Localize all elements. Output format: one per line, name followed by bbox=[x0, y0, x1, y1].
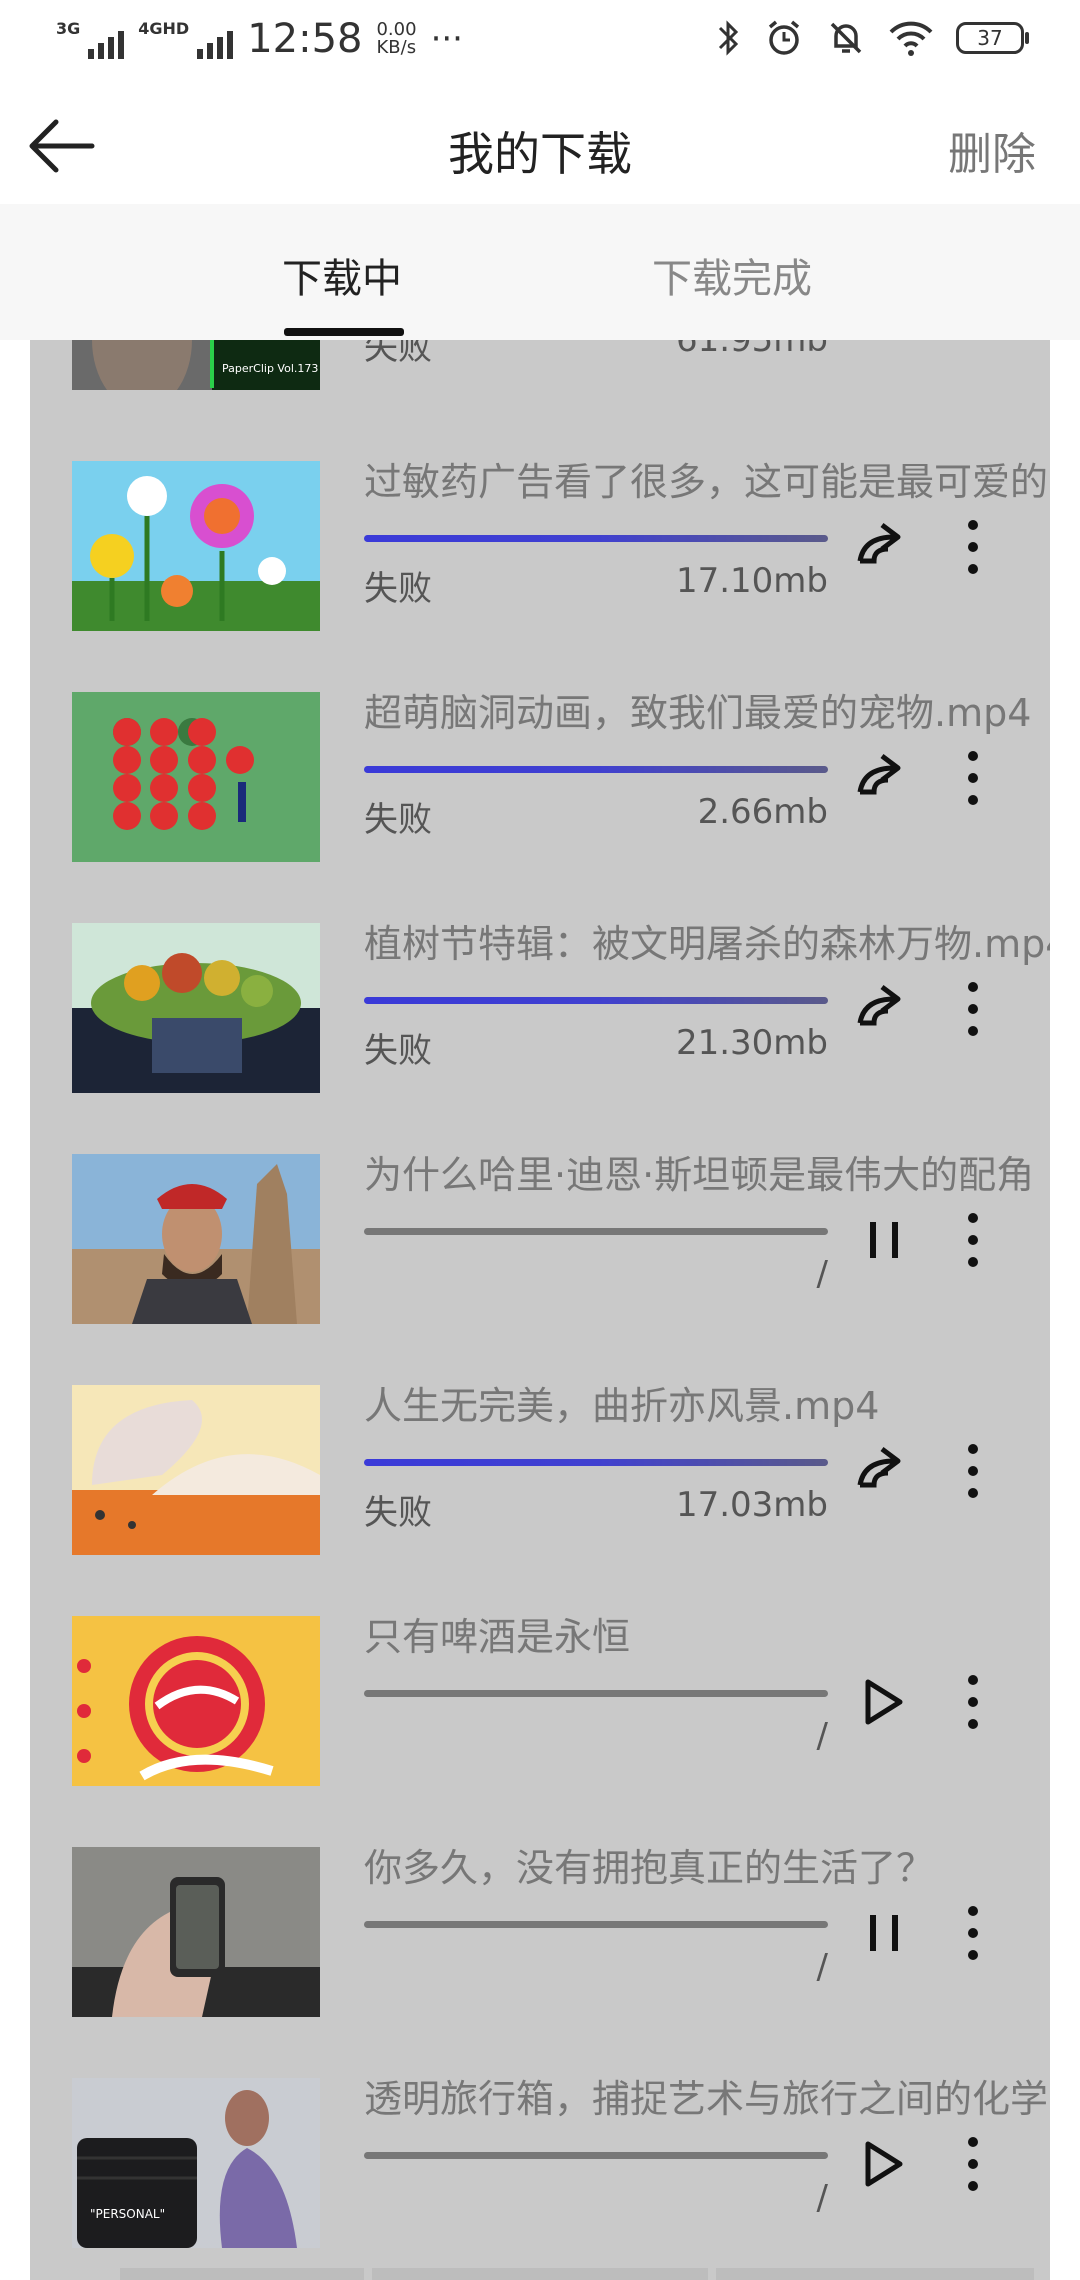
video-thumbnail bbox=[72, 1616, 320, 1786]
video-thumbnail bbox=[72, 1847, 320, 2017]
app-header: 我的下载 删除 bbox=[0, 88, 1080, 204]
tab-completed[interactable]: 下载完成 bbox=[652, 246, 812, 304]
video-title: 透明旅行箱，捕捉艺术与旅行之间的化学 bbox=[364, 2077, 1049, 2121]
video-title: 超萌脑洞动画，致我们最爱的宠物.mp4 bbox=[364, 691, 1032, 735]
wifi-icon bbox=[889, 21, 933, 56]
progress-bar bbox=[364, 766, 828, 773]
file-size: / bbox=[816, 1947, 828, 1987]
scroll-edge bbox=[120, 2268, 364, 2280]
video-title: 植树节特辑：被文明屠杀的森林万物.mp4 bbox=[364, 922, 1050, 966]
thumb-caption: PaperClip Vol.173 bbox=[222, 362, 318, 375]
video-thumbnail bbox=[72, 1385, 320, 1555]
download-status: 失败 bbox=[364, 1493, 432, 1533]
progress-bar bbox=[364, 1459, 828, 1466]
tab-bar: 下载中 下载完成 bbox=[0, 204, 1080, 340]
file-size: 2.66mb bbox=[697, 792, 828, 832]
play-icon[interactable] bbox=[854, 2134, 914, 2194]
scroll-edge bbox=[716, 2268, 1034, 2280]
file-size: / bbox=[816, 1716, 828, 1756]
download-item[interactable]: 植树节特辑：被文明屠杀的森林万物.mp4 失败 21.30mb bbox=[30, 922, 1050, 1153]
more-options-icon[interactable] bbox=[960, 1672, 986, 1732]
tab-indicator bbox=[284, 328, 404, 336]
progress-bar bbox=[364, 1228, 828, 1235]
file-size: 21.30mb bbox=[675, 1023, 828, 1063]
file-size: 17.03mb bbox=[675, 1485, 828, 1525]
download-item[interactable]: 为什么哈里·迪恩·斯坦顿是最伟大的配角 / bbox=[30, 1153, 1050, 1384]
file-size: / bbox=[816, 1254, 828, 1294]
download-item[interactable]: PaperClip Vol.173 失败 61.95mb bbox=[30, 340, 1050, 450]
video-title: 为什么哈里·迪恩·斯坦顿是最伟大的配角 bbox=[364, 1153, 1035, 1197]
page-title: 我的下载 bbox=[448, 127, 632, 181]
more-options-icon[interactable] bbox=[960, 979, 986, 1039]
download-list[interactable]: PaperClip Vol.173 失败 61.95mb 过敏药广告看了很多，这… bbox=[30, 340, 1050, 2280]
progress-bar bbox=[364, 1921, 828, 1928]
pause-icon[interactable] bbox=[854, 1903, 914, 1963]
download-status: 失败 bbox=[364, 1031, 432, 1071]
retry-icon[interactable] bbox=[854, 748, 914, 808]
retry-icon[interactable] bbox=[854, 517, 914, 577]
mute-icon bbox=[830, 22, 862, 54]
pause-icon[interactable] bbox=[854, 1210, 914, 1270]
progress-bar bbox=[364, 535, 828, 542]
download-status: 失败 bbox=[364, 569, 432, 609]
video-thumbnail: "PERSONAL" bbox=[72, 2078, 320, 2248]
file-size: / bbox=[816, 2178, 828, 2218]
download-status: 失败 bbox=[364, 800, 432, 840]
download-item[interactable]: 超萌脑洞动画，致我们最爱的宠物.mp4 失败 2.66mb bbox=[30, 691, 1050, 922]
download-item[interactable]: 你多久，没有拥抱真正的生活了？ / bbox=[30, 1846, 1050, 2077]
more-options-icon[interactable] bbox=[960, 1903, 986, 1963]
battery-icon: 37 bbox=[956, 22, 1029, 54]
video-title: 只有啤酒是永恒 bbox=[364, 1615, 631, 1659]
video-thumbnail bbox=[72, 923, 320, 1093]
video-title: 过敏药广告看了很多，这可能是最可爱的 bbox=[364, 460, 1049, 504]
clock: 12:58 bbox=[247, 16, 363, 62]
scroll-edge bbox=[372, 2268, 708, 2280]
video-thumbnail bbox=[72, 692, 320, 862]
video-thumbnail bbox=[72, 461, 320, 631]
signal-4g-icon: 4GHD bbox=[138, 19, 234, 59]
more-notifications: ··· bbox=[430, 19, 463, 59]
play-icon[interactable] bbox=[854, 1672, 914, 1732]
delete-button[interactable]: 删除 bbox=[948, 118, 1036, 182]
tab-downloading[interactable]: 下载中 bbox=[282, 246, 402, 304]
download-item[interactable]: 人生无完美，曲折亦风景.mp4 失败 17.03mb bbox=[30, 1384, 1050, 1615]
signal-3g-icon: 3G bbox=[56, 19, 125, 59]
more-options-icon[interactable] bbox=[960, 517, 986, 577]
video-thumbnail bbox=[72, 1154, 320, 1324]
thumb-caption: "PERSONAL" bbox=[90, 2207, 165, 2221]
download-item[interactable]: 只有啤酒是永恒 / bbox=[30, 1615, 1050, 1846]
retry-icon[interactable] bbox=[854, 979, 914, 1039]
more-options-icon[interactable] bbox=[960, 1441, 986, 1501]
download-status: 失败 bbox=[364, 340, 432, 368]
file-size: 17.10mb bbox=[675, 561, 828, 601]
more-options-icon[interactable] bbox=[960, 748, 986, 808]
download-item[interactable]: "PERSONAL" 透明旅行箱，捕捉艺术与旅行之间的化学 / bbox=[30, 2077, 1050, 2280]
network-speed: 0.00 KB/s bbox=[376, 19, 417, 58]
file-size: 61.95mb bbox=[675, 340, 828, 360]
progress-bar bbox=[364, 997, 828, 1004]
video-title: 人生无完美，曲折亦风景.mp4 bbox=[364, 1384, 880, 1428]
video-title: 你多久，没有拥抱真正的生活了？ bbox=[364, 1846, 935, 1890]
progress-bar bbox=[364, 1690, 828, 1697]
status-bar: 3G 4GHD 12:58 0.00 KB/s ··· 37 bbox=[0, 0, 1080, 88]
alarm-icon bbox=[768, 20, 800, 55]
progress-bar bbox=[364, 2152, 828, 2159]
retry-icon[interactable] bbox=[854, 1441, 914, 1501]
more-options-icon[interactable] bbox=[960, 1210, 986, 1270]
more-options-icon[interactable] bbox=[960, 2134, 986, 2194]
bluetooth-icon bbox=[718, 20, 739, 56]
video-thumbnail: PaperClip Vol.173 bbox=[72, 340, 320, 390]
download-item[interactable]: 过敏药广告看了很多，这可能是最可爱的 失败 17.10mb bbox=[30, 460, 1050, 691]
